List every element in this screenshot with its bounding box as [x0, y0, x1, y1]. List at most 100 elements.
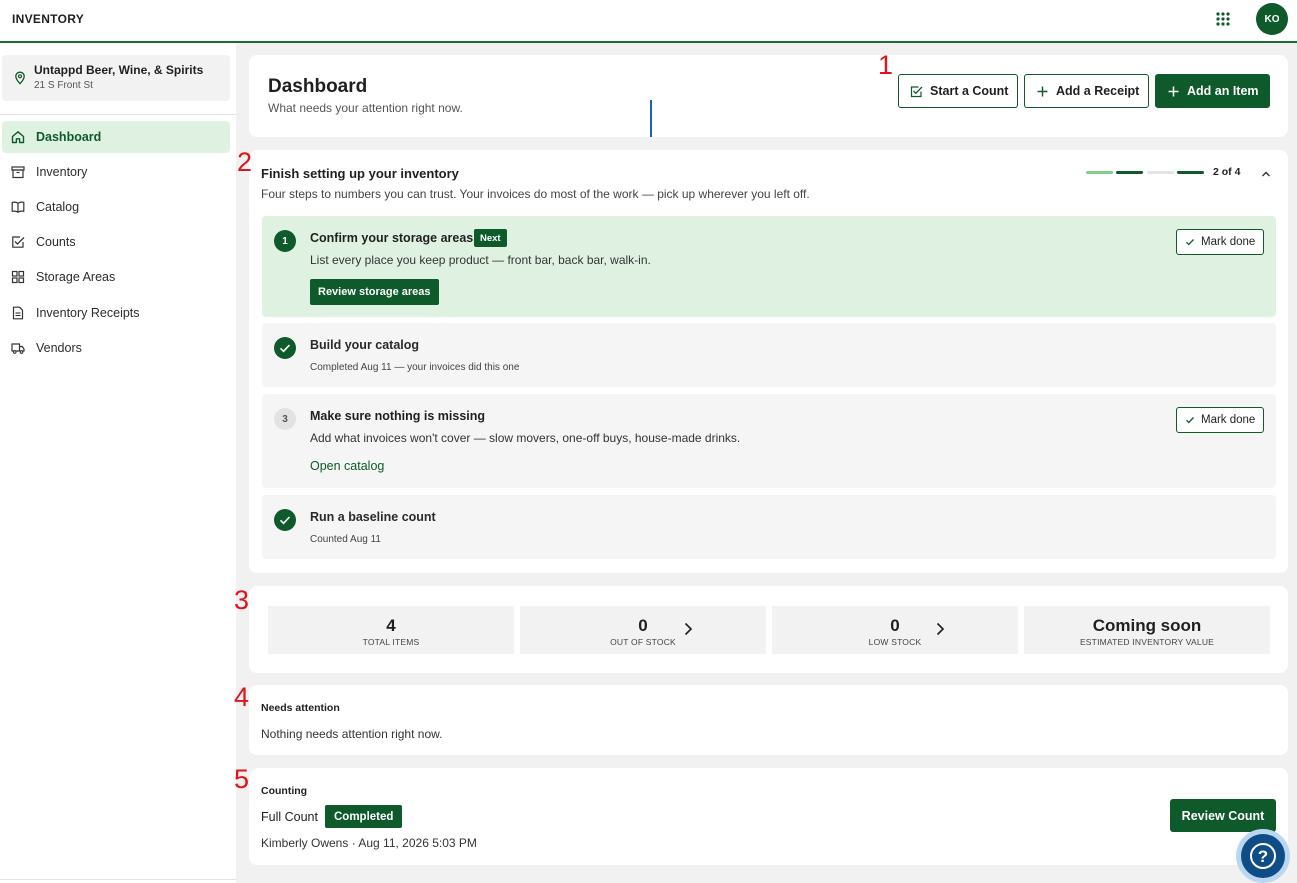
add-receipt-button[interactable]: Add a Receipt — [1024, 74, 1149, 108]
book-icon — [11, 200, 25, 214]
status-badge: Completed — [325, 805, 403, 828]
step-description: Completed Aug 11 — your invoices did thi… — [310, 362, 520, 373]
open-catalog-link[interactable]: Open catalog — [310, 459, 384, 473]
section-heading: Needs attention — [261, 702, 340, 714]
page-title: Dashboard — [268, 76, 368, 97]
sidebar-divider — [0, 879, 236, 880]
sidebar-item-label: Inventory Receipts — [36, 306, 140, 320]
main-content: Dashboard What needs your attention righ… — [236, 43, 1297, 883]
text-cursor — [650, 100, 652, 137]
top-bar: INVENTORY KO — [0, 0, 1297, 43]
stat-value: 4 — [386, 616, 396, 635]
step-description: Counted Aug 11 — [310, 534, 381, 545]
progress-segment — [1147, 171, 1174, 174]
progress-label: 2 of 4 — [1213, 166, 1241, 178]
dashboard-header: Dashboard What needs your attention righ… — [249, 55, 1288, 137]
counting-card: Counting Full Count Completed Kimberly O… — [249, 768, 1288, 865]
add-item-label: Add an Item — [1187, 84, 1259, 98]
annotation-marker: 5 — [234, 764, 250, 794]
completed-check-icon — [274, 337, 296, 359]
user-avatar[interactable]: KO — [1256, 3, 1288, 35]
step-number: 3 — [274, 408, 296, 430]
app-title: INVENTORY — [12, 12, 85, 26]
needs-attention-card: Needs attention Nothing needs attention … — [249, 685, 1288, 755]
next-badge: Next — [474, 229, 507, 247]
review-count-button[interactable]: Review Count — [1170, 799, 1276, 832]
stat-low-stock[interactable]: 0 LOW STOCK — [772, 606, 1018, 654]
add-item-button[interactable]: Add an Item — [1155, 74, 1270, 108]
annotation-marker: 4 — [234, 682, 250, 712]
sidebar-item-vendors[interactable]: Vendors — [2, 332, 230, 364]
sidebar-item-inventory[interactable]: Inventory — [2, 156, 230, 188]
setup-step-missing-items: 3 Make sure nothing is missing Add what … — [262, 394, 1276, 488]
sidebar-item-storage-areas[interactable]: Storage Areas — [2, 261, 230, 293]
help-symbol: ? — [1258, 847, 1268, 866]
step-number: 1 — [274, 230, 296, 252]
sidebar-item-catalog[interactable]: Catalog — [2, 191, 230, 223]
mark-done-label: Mark done — [1201, 236, 1256, 248]
sidebar-item-label: Dashboard — [36, 130, 102, 144]
attention-message: Nothing needs attention right now. — [261, 727, 443, 741]
stat-label: ESTIMATED INVENTORY VALUE — [1079, 637, 1215, 647]
count-name: Full Count — [261, 810, 318, 824]
sidebar-item-label: Catalog — [36, 200, 80, 214]
count-meta: Kimberly Owens · Aug 11, 2026 5:03 PM — [261, 836, 477, 850]
grid-icon — [11, 270, 25, 284]
sidebar-item-inventory-receipts[interactable]: Inventory Receipts — [2, 297, 230, 329]
sidebar-item-counts[interactable]: Counts — [2, 226, 230, 258]
document-icon — [11, 306, 25, 320]
help-icon: ? — [1241, 834, 1285, 878]
location-selector[interactable]: Untappd Beer, Wine, & Spirits 21 S Front… — [2, 55, 230, 101]
sidebar-item-label: Counts — [36, 235, 76, 249]
completed-check-icon — [274, 509, 296, 531]
help-button[interactable]: ? — [1236, 829, 1290, 883]
stat-total-items: 4 TOTAL ITEMS — [268, 606, 514, 654]
checkbox-icon — [910, 85, 923, 97]
start-count-label: Start a Count — [930, 84, 1009, 98]
home-icon — [11, 130, 25, 144]
step-description: Add what invoices won't cover — slow mov… — [310, 431, 741, 445]
setup-subtitle: Four steps to numbers you can trust. You… — [261, 187, 810, 201]
annotation-marker: 1 — [878, 50, 894, 80]
location-name: Untappd Beer, Wine, & Spirits — [34, 63, 204, 77]
stat-label: LOW STOCK — [868, 637, 922, 647]
setup-step-catalog: Build your catalog Completed Aug 11 — yo… — [262, 323, 1276, 387]
mark-done-button[interactable]: Mark done — [1176, 229, 1264, 255]
sidebar-item-label: Storage Areas — [36, 270, 116, 284]
sidebar-item-dashboard[interactable]: Dashboard — [2, 121, 230, 153]
step-title: Confirm your storage areas — [310, 231, 474, 245]
progress-segment — [1177, 171, 1204, 174]
plus-icon — [1037, 86, 1048, 96]
check-icon — [1186, 239, 1194, 246]
stat-out-of-stock[interactable]: 0 OUT OF STOCK — [520, 606, 766, 654]
sidebar-divider — [0, 114, 236, 115]
app-grid-icon[interactable] — [1216, 12, 1230, 26]
checkbox-icon — [11, 235, 25, 249]
chevron-right-icon — [934, 621, 946, 637]
stat-inventory-value: Coming soon ESTIMATED INVENTORY VALUE — [1024, 606, 1270, 654]
annotation-marker: 2 — [237, 147, 253, 177]
mark-done-button[interactable]: Mark done — [1176, 407, 1264, 433]
stat-label: TOTAL ITEMS — [362, 637, 420, 647]
chevron-up-icon[interactable] — [1260, 168, 1272, 180]
stats-card: 4 TOTAL ITEMS 0 OUT OF STOCK 0 LOW STOCK… — [249, 586, 1288, 673]
annotation-marker: 3 — [234, 585, 250, 615]
start-count-button[interactable]: Start a Count — [898, 74, 1018, 108]
chevron-right-icon — [682, 621, 694, 637]
sidebar-item-label: Vendors — [36, 341, 82, 355]
review-storage-areas-button[interactable]: Review storage areas — [310, 279, 439, 305]
check-icon — [1186, 417, 1194, 424]
page-subtitle: What needs your attention right now. — [268, 101, 463, 115]
stat-value: 0 — [890, 616, 900, 635]
step-title: Make sure nothing is missing — [310, 409, 486, 423]
location-pin-icon — [13, 71, 27, 85]
setup-card: Finish setting up your inventory Four st… — [249, 150, 1288, 573]
setup-step-storage-areas: 1 Confirm your storage areas Next List e… — [262, 216, 1276, 317]
step-title: Build your catalog — [310, 338, 420, 352]
add-receipt-label: Add a Receipt — [1056, 84, 1140, 98]
stat-label: OUT OF STOCK — [610, 637, 676, 647]
progress-segment — [1116, 171, 1143, 174]
location-address: 21 S Front St — [34, 80, 93, 91]
mark-done-label: Mark done — [1201, 414, 1256, 426]
setup-step-baseline-count: Run a baseline count Counted Aug 11 — [262, 495, 1276, 559]
